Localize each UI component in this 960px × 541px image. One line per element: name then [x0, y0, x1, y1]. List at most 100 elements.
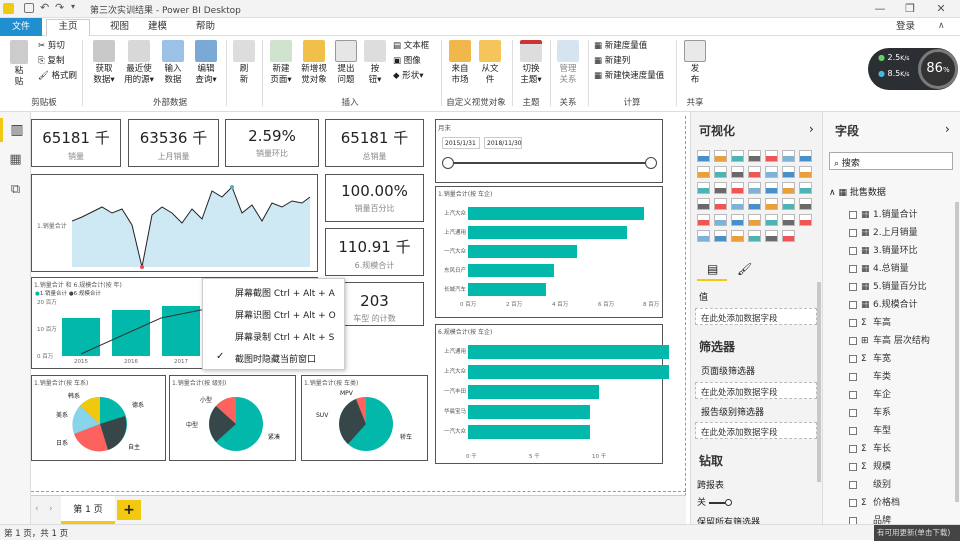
slider-handle-start[interactable] [442, 157, 454, 169]
redo-icon[interactable]: ↷ [55, 1, 64, 14]
format-icon[interactable]: 🖌 [737, 262, 752, 276]
line-chart[interactable]: 1.销量合计 [31, 174, 318, 272]
search-input[interactable]: ⌕ 搜索 [829, 152, 953, 170]
kpi-card[interactable]: 65181 千总销量 [325, 119, 424, 167]
bar[interactable] [468, 345, 670, 359]
tab-help[interactable]: 帮助 [188, 20, 223, 35]
shapes-button[interactable]: ◆ 形状▾ [393, 71, 424, 82]
visual-type-icon[interactable] [765, 198, 778, 210]
bar-chart[interactable]: 1.销量合计(按 车企) 0 百万 2 百万 4 百万 6 百万 8 百万 上汽… [435, 186, 663, 318]
visual-type-icon[interactable] [714, 182, 727, 194]
start-date-input[interactable]: 2015/1/31 [442, 137, 480, 149]
collapse-icon[interactable]: › [945, 122, 950, 136]
manage-relationships-button[interactable]: 管理 关系 [553, 40, 583, 86]
kpi-card[interactable]: 65181 千销量 [31, 119, 121, 167]
new-column-button[interactable]: ▦ 新建列 [594, 56, 630, 67]
field-item[interactable]: Σ 规模 [849, 458, 959, 476]
field-item[interactable]: Σ 车长 [849, 440, 959, 458]
publish-button[interactable]: 发 布 [680, 40, 710, 86]
visual-type-icon[interactable] [765, 150, 778, 162]
bar[interactable] [468, 365, 670, 379]
visual-type-icon[interactable] [782, 182, 795, 194]
tab-view[interactable]: 视图 [102, 20, 137, 35]
edit-queries-button[interactable]: 编辑 查询▾ [190, 40, 222, 86]
data-view-icon[interactable]: ▦ [0, 148, 31, 172]
bar-chart[interactable]: 6.规模合计(按 车企) 0 千 5 千 10 千 上汽通用 上汽大众 一汽丰田 华晨… [435, 324, 670, 464]
field-item[interactable]: 车企 [849, 386, 959, 404]
field-item[interactable]: Σ 车宽 [849, 350, 959, 368]
date-slicer[interactable]: 月末 2015/1/31 2018/11/30 [435, 119, 663, 183]
kpi-card[interactable]: 100.00% 销量百分比 [325, 174, 424, 222]
close-button[interactable]: ✕ [926, 1, 956, 17]
bar[interactable] [468, 207, 644, 220]
visual-type-icon[interactable] [714, 230, 727, 242]
field-item[interactable]: 品牌 [849, 512, 959, 524]
refresh-button[interactable]: 刷 新 [230, 40, 258, 86]
new-measure-button[interactable]: ▦ 新建度量值 [594, 41, 647, 52]
visual-type-icon[interactable] [714, 166, 727, 178]
end-date-input[interactable]: 2018/11/30 [484, 137, 522, 149]
visual-type-icon[interactable] [714, 198, 727, 210]
new-quick-measure-button[interactable]: ▦ 新建快速度量值 [594, 71, 664, 82]
field-item[interactable]: ▦ 2.上月销量 [849, 224, 959, 242]
field-item[interactable]: Σ 价格档 [849, 494, 959, 512]
pie-chart[interactable]: 1.销量合计(按 级别) 小型 中型 紧凑 [169, 375, 296, 461]
visual-type-icon[interactable] [799, 214, 812, 226]
switch-theme-button[interactable]: 切换 主题▾ [516, 40, 546, 86]
visual-type-icon[interactable] [714, 214, 727, 226]
menu-item-screenshot[interactable]: 屏幕截图 Ctrl + Alt + A [235, 286, 335, 299]
visual-type-icon[interactable] [765, 182, 778, 194]
quick-access-dropdown-icon[interactable]: ▾ [71, 2, 75, 11]
visual-type-icon[interactable] [799, 182, 812, 194]
bar[interactable] [468, 385, 600, 399]
save-icon[interactable] [24, 3, 34, 13]
next-page-icon[interactable]: › [49, 504, 53, 514]
visual-type-icon[interactable] [697, 182, 710, 194]
from-file-button[interactable]: 从文 件 [476, 40, 504, 86]
slider-handle-end[interactable] [645, 157, 657, 169]
tab-home[interactable]: 主页 [46, 19, 90, 37]
visual-type-icon[interactable] [748, 214, 761, 226]
table-node[interactable]: ∧ ▦ 批售数据 [829, 185, 886, 198]
visual-type-icon[interactable] [782, 198, 795, 210]
page-filter-drop-zone[interactable]: 在此处添加数据字段 [695, 382, 817, 399]
cut-button[interactable]: ✂ 剪切 [38, 41, 65, 52]
field-item[interactable]: 车系 [849, 404, 959, 422]
from-marketplace-button[interactable]: 来自 市场 [446, 40, 474, 86]
report-canvas[interactable]: 65181 千销量 63536 千上月销量 2.59% 销量环比 65181 千总… [31, 112, 686, 524]
paste-button[interactable]: 粘 贴 [6, 40, 32, 88]
field-item[interactable]: 车型 [849, 422, 959, 440]
visual-type-icon[interactable] [731, 230, 744, 242]
visual-type-icon[interactable] [748, 198, 761, 210]
bar[interactable] [468, 264, 554, 277]
prev-page-icon[interactable]: ‹ [35, 504, 39, 514]
pane-scrollbar[interactable] [955, 202, 959, 502]
login-link[interactable]: 登录 [888, 20, 923, 35]
update-notice[interactable]: 有可用更新(单击下载) [874, 525, 960, 541]
bar[interactable] [468, 226, 628, 239]
kpi-card[interactable]: 110.91 千 6.规模合计 [325, 228, 424, 276]
visual-type-icon[interactable] [731, 182, 744, 194]
visual-type-icon[interactable] [697, 230, 710, 242]
buttons-button[interactable]: 按 钮▾ [362, 40, 388, 86]
field-item[interactable]: 车类 [849, 368, 959, 386]
visual-type-icon[interactable] [765, 230, 778, 242]
bar[interactable] [468, 405, 590, 419]
visual-type-icon[interactable] [731, 150, 744, 162]
image-button[interactable]: ▣ 图像 [393, 56, 421, 67]
fields-well-icon[interactable]: ▤ [707, 262, 718, 276]
field-item[interactable]: ▦ 5.销量百分比 [849, 278, 959, 296]
visual-type-icon[interactable] [782, 150, 795, 162]
copy-button[interactable]: ⎘ 复制 [38, 56, 65, 67]
page-tab[interactable]: 第 1 页 [61, 496, 115, 524]
collapse-ribbon-icon[interactable]: ∧ [938, 21, 945, 31]
visual-type-icon[interactable] [697, 198, 710, 210]
kpi-card[interactable]: 63536 千上月销量 [128, 119, 219, 167]
field-item[interactable]: ▦ 6.规模合计 [849, 296, 959, 314]
visual-type-icon[interactable] [748, 150, 761, 162]
menu-item-ocr[interactable]: 屏幕识图 Ctrl + Alt + O [235, 308, 336, 321]
visual-type-icon[interactable] [714, 150, 727, 162]
field-item[interactable]: 级别 [849, 476, 959, 494]
field-item[interactable]: ▦ 1.销量合计 [849, 206, 959, 224]
visual-type-icon[interactable] [697, 214, 710, 226]
